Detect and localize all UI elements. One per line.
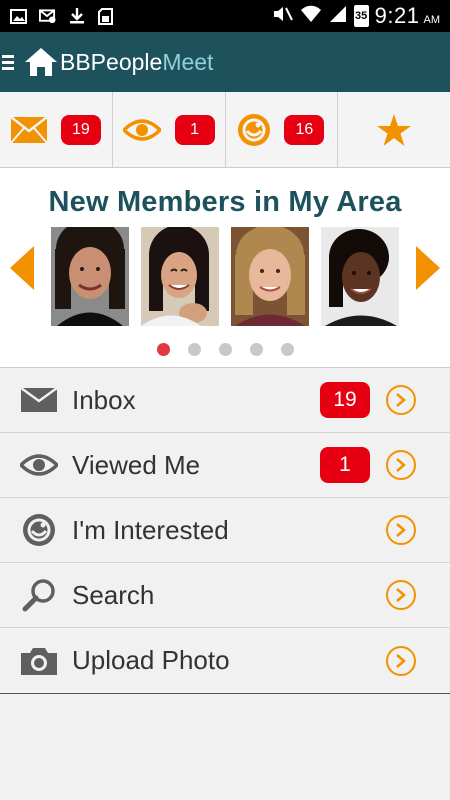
menu-item-interested[interactable]: I'm Interested [0,498,450,563]
carousel-dot-1[interactable] [156,343,170,356]
wifi-icon [300,3,322,29]
menu-item-label: Upload Photo [72,645,230,675]
new-members-title: New Members in My Area [48,186,402,218]
member-photo-2[interactable] [141,227,219,326]
app-bar: BBPeopleMeet [0,32,450,92]
menu-item-label: I'm Interested [72,514,229,545]
stat-interested[interactable]: 16 [226,92,339,167]
stats-bar: 19 1 16 [0,92,450,168]
carousel-dot-3[interactable] [218,343,232,356]
menu-item-viewed-me[interactable]: Viewed Me 1 [0,433,450,498]
chevron-right-icon [386,645,416,676]
clock-time: 9:21 [374,3,420,28]
member-photo-3[interactable] [231,227,309,326]
carousel-dot-2[interactable] [187,343,201,356]
smiley-icon [238,113,271,146]
mail-icon [20,381,58,419]
stat-messages[interactable]: 19 [0,92,113,167]
sd-card-icon [97,7,114,25]
interested-count: 16 [284,114,325,145]
clock-ampm: AM [423,14,441,26]
main-menu: Inbox 19 Viewed Me 1 I'm Interested Sear… [0,368,450,694]
mail-settings-notification-icon [39,8,56,25]
camera-icon [20,642,58,680]
chevron-right-icon [386,580,416,610]
chevron-right-icon [386,385,416,415]
menu-item-label: Viewed Me [72,449,201,480]
views-count: 1 [174,114,215,145]
menu-item-inbox[interactable]: Inbox 19 [0,368,450,433]
chevron-right-icon [386,450,416,480]
member-photo-4[interactable] [321,227,399,326]
brand-accent: Meet [162,48,214,75]
mail-icon [10,116,47,143]
carousel-prev-arrow-icon[interactable] [10,246,34,290]
stat-favorites[interactable] [338,92,450,167]
status-bar: 35 9:21 AM [0,0,450,32]
eye-icon [122,118,161,141]
signal-icon [328,3,348,29]
stat-views[interactable]: 1 [113,92,226,167]
carousel-dot-4[interactable] [249,343,263,356]
chevron-right-icon [386,515,416,545]
menu-item-upload-photo[interactable]: Upload Photo [0,628,450,693]
brand-main: BBPeople [60,48,163,75]
gallery-notification-icon [10,8,27,25]
download-icon [68,8,85,25]
battery-icon: 35 [353,5,369,27]
carousel-dots [0,343,450,356]
eye-icon [20,446,58,484]
search-icon [20,576,58,614]
menu-item-search[interactable]: Search [0,563,450,628]
menu-item-label: Search [72,579,155,610]
messages-count: 19 [60,114,101,145]
viewed-me-count: 1 [320,447,370,483]
star-icon [377,113,412,146]
carousel-next-arrow-icon[interactable] [416,246,440,290]
mute-icon [272,3,294,29]
menu-item-label: Inbox [72,384,136,415]
menu-icon[interactable] [2,54,14,70]
brand-name: BBPeopleMeet [60,49,213,76]
new-members-carousel: New Members in My Area [0,168,450,368]
member-photo-1[interactable] [51,227,129,326]
inbox-count: 19 [320,382,370,418]
smiley-icon [20,511,58,549]
carousel-dot-5[interactable] [280,343,294,356]
home-logo-icon[interactable] [24,47,58,77]
